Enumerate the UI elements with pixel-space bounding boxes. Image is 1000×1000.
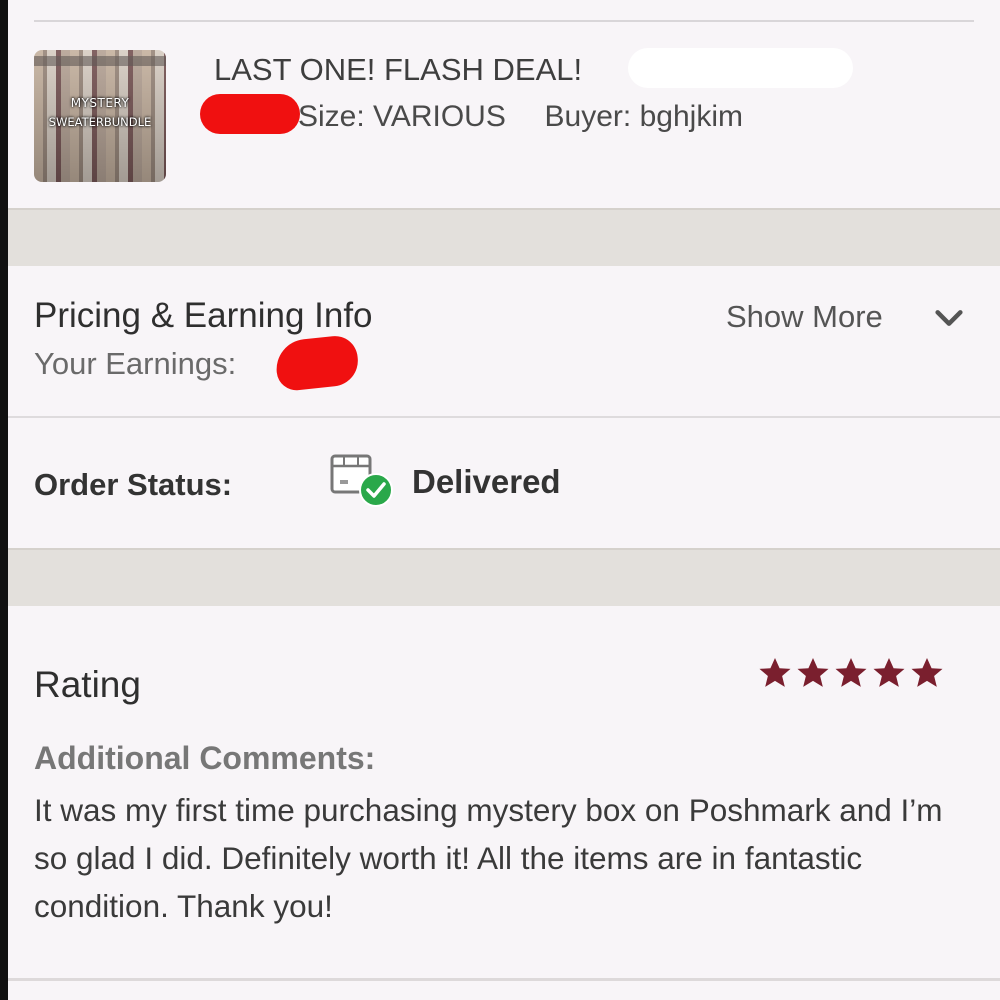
listing-meta: Size: VARIOUS Buyer: bghjkim [298, 100, 743, 134]
rating-label: Rating [34, 664, 141, 705]
star-icon [797, 657, 829, 687]
bottom-divider [8, 978, 1000, 981]
star-icon [911, 657, 943, 687]
thumbnail-caption: MYSTERY SWEATERBUNDLE [48, 96, 152, 129]
buyer-label: Buyer: [544, 100, 632, 133]
listing-thumbnail[interactable]: MYSTERY SWEATERBUNDLE [34, 50, 166, 182]
redaction-mark-title [628, 48, 853, 88]
rating-stars [756, 652, 946, 696]
star-icon [873, 657, 905, 687]
listing-title[interactable]: LAST ONE! FLASH DEAL! [214, 52, 582, 88]
redaction-mark-price [200, 94, 300, 134]
show-more-button[interactable]: Show More [726, 299, 963, 335]
star-icon [759, 657, 791, 687]
top-divider [34, 20, 974, 22]
redaction-mark-earnings [273, 333, 361, 393]
size-value: VARIOUS [373, 100, 506, 133]
star-icon [835, 657, 867, 687]
section-separator [8, 208, 1000, 266]
earnings-label: Your Earnings: [34, 346, 237, 381]
order-status-label: Order Status: [34, 467, 233, 502]
divider [8, 416, 1000, 418]
buyer-value[interactable]: bghjkim [640, 100, 743, 133]
box-delivered-check-icon [330, 454, 393, 507]
section-separator [8, 548, 1000, 606]
pricing-section-title: Pricing & Earning Info [34, 296, 373, 335]
size-label: Size: [298, 100, 365, 133]
order-details-screen: MYSTERY SWEATERBUNDLE LAST ONE! FLASH DE… [8, 0, 1000, 1000]
chevron-down-icon [935, 310, 963, 326]
additional-comments-label: Additional Comments: [34, 740, 376, 776]
additional-comments-text: It was my first time purchasing mystery … [34, 792, 943, 924]
order-status-value: Delivered [412, 463, 561, 500]
